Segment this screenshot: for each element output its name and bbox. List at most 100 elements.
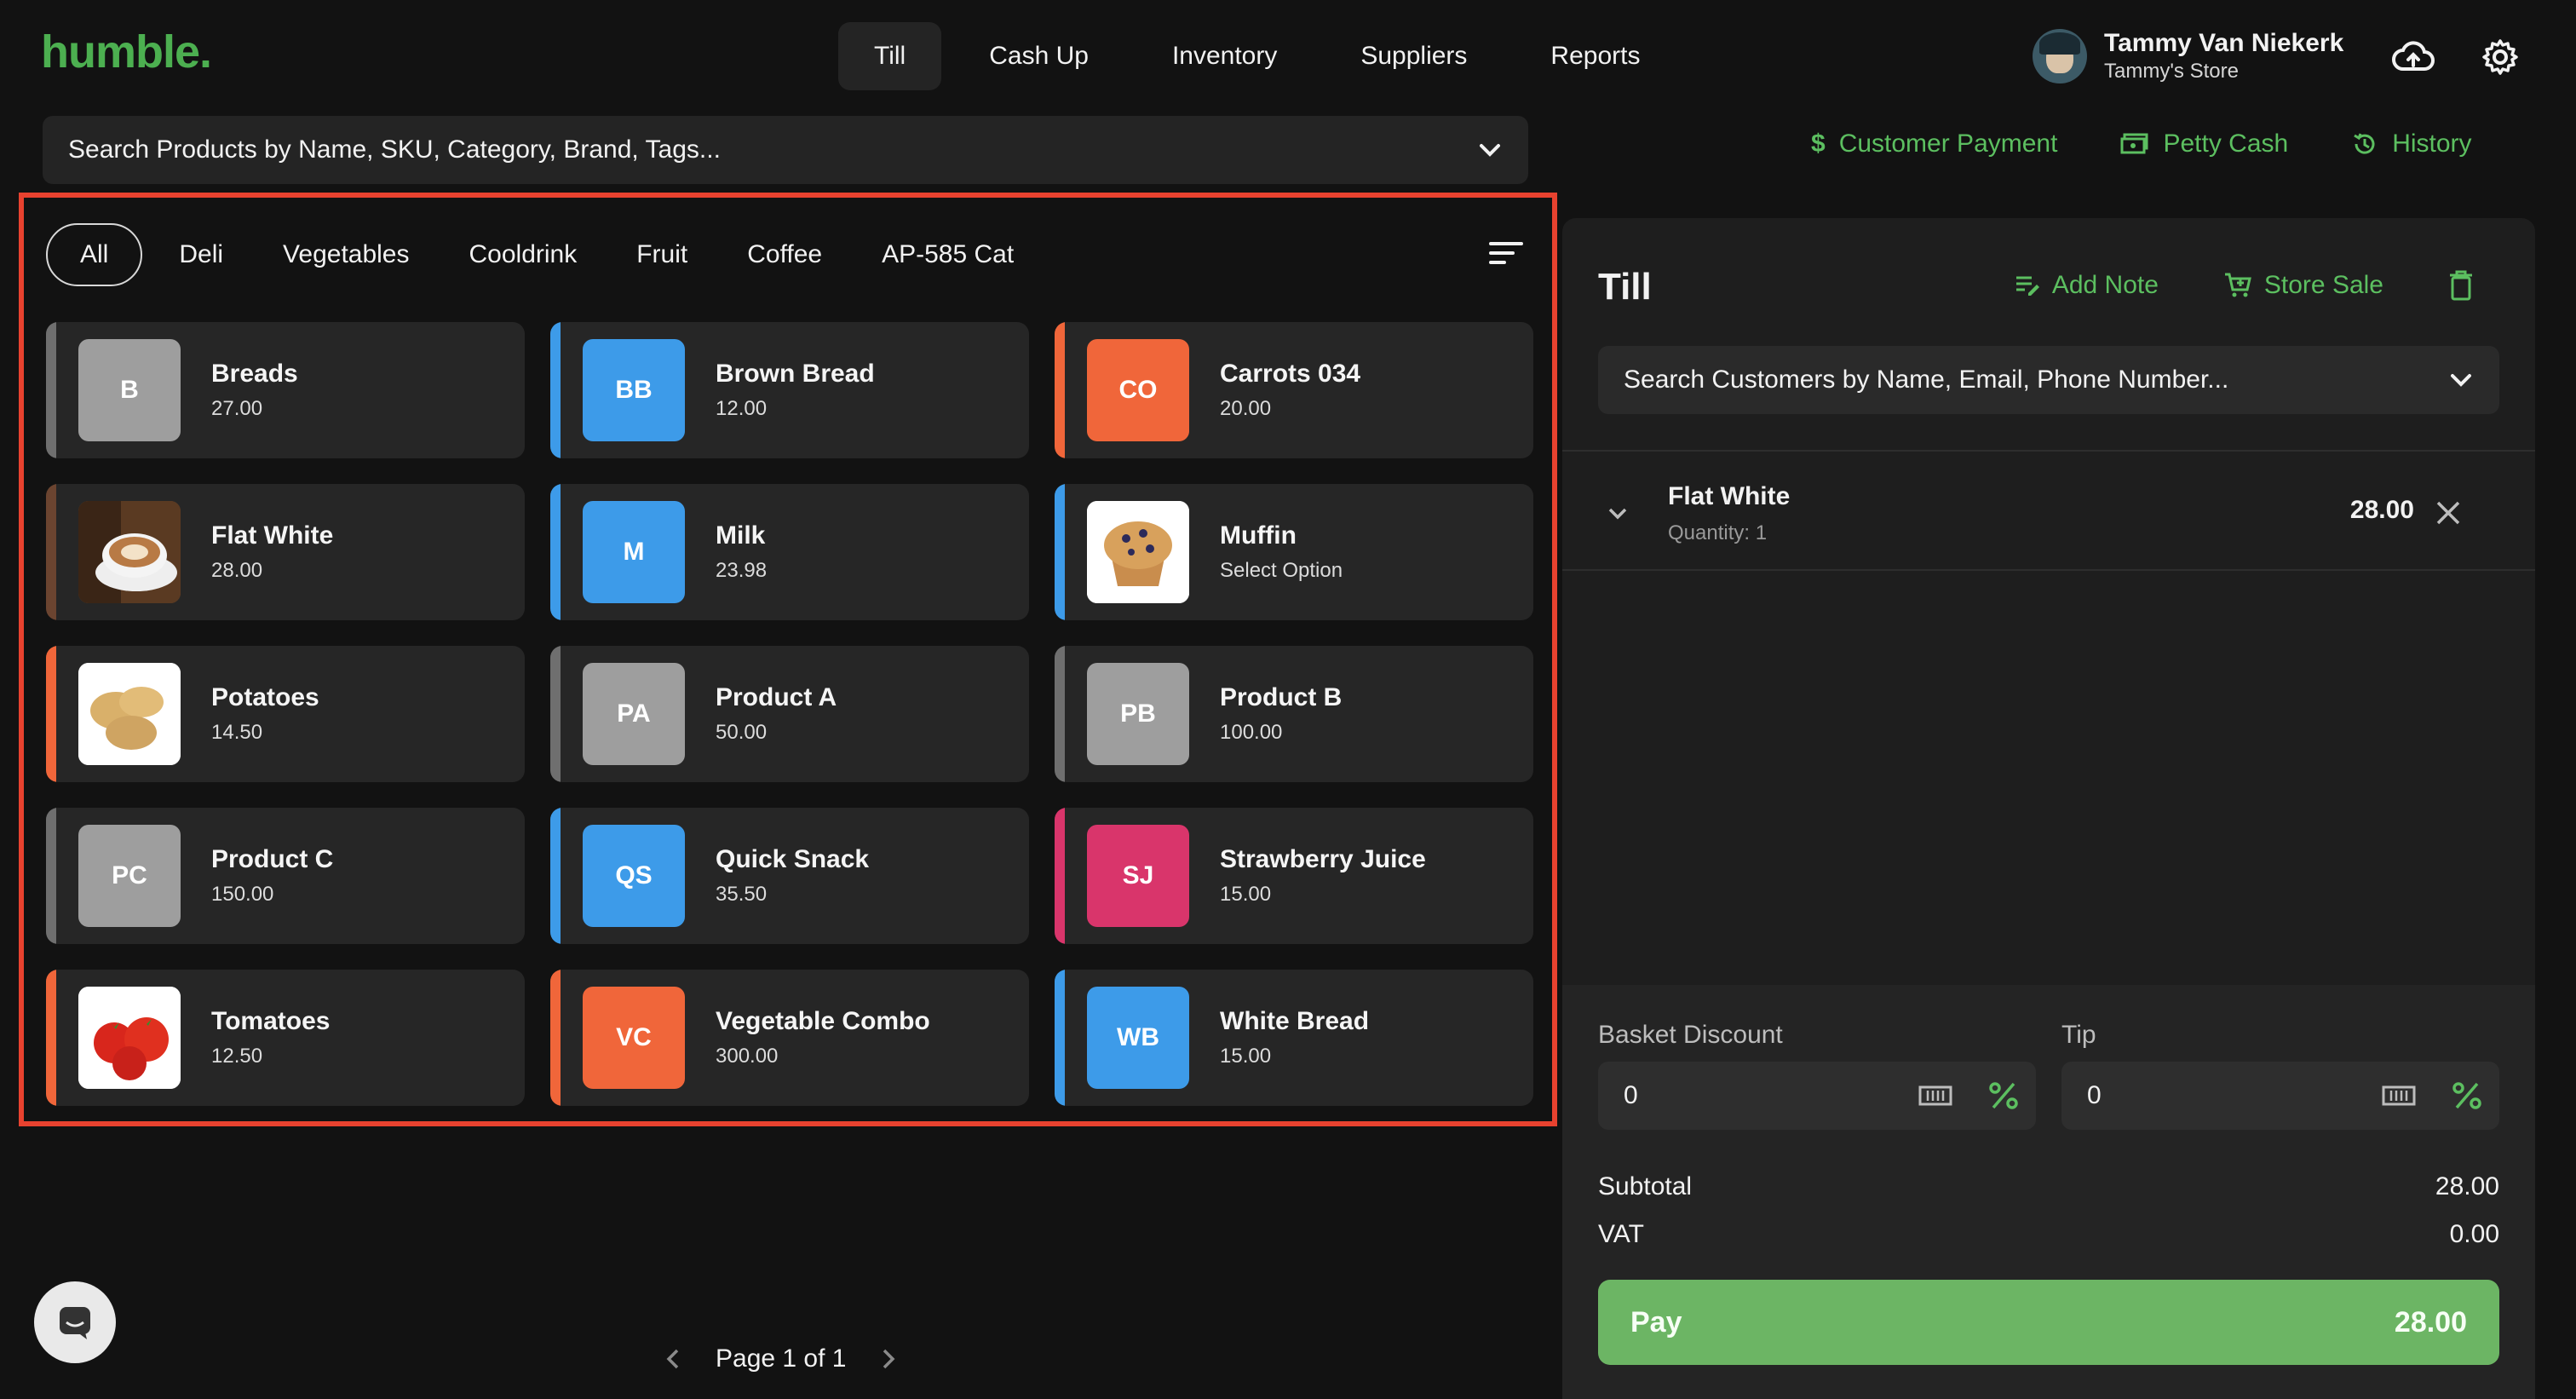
tab-suppliers[interactable]: Suppliers: [1325, 22, 1503, 90]
product-name: Brown Bread: [716, 360, 875, 388]
store-sale-button[interactable]: Store Sale: [2223, 271, 2383, 300]
add-note-label: Add Note: [2051, 271, 2159, 299]
page-indicator: Page 1 of 1: [716, 1344, 847, 1373]
product-card[interactable]: PA Product A 50.00: [550, 646, 1029, 782]
category-color-bar: [550, 322, 561, 458]
add-note-button[interactable]: Add Note: [2015, 271, 2159, 300]
tip-input[interactable]: [2087, 1081, 2309, 1110]
percent-icon[interactable]: [2450, 1080, 2484, 1111]
muffin-image: [1087, 501, 1189, 603]
sort-icon[interactable]: [1489, 239, 1523, 268]
product-card[interactable]: BB Brown Bread 12.00: [550, 322, 1029, 458]
history-link[interactable]: History: [2351, 130, 2472, 158]
product-card[interactable]: SJ Strawberry Juice 15.00: [1055, 808, 1533, 944]
product-search[interactable]: [43, 116, 1528, 184]
product-card[interactable]: PC Product C 150.00: [46, 808, 525, 944]
product-card[interactable]: Potatoes 14.50: [46, 646, 525, 782]
user-menu[interactable]: Tammy Van Niekerk Tammy's Store: [2033, 29, 2343, 83]
tab-inventory[interactable]: Inventory: [1136, 22, 1313, 90]
product-card[interactable]: B Breads 27.00: [46, 322, 525, 458]
category-all[interactable]: All: [46, 223, 143, 286]
product-card[interactable]: VC Vegetable Combo 300.00: [550, 970, 1029, 1106]
product-initials-badge: M: [583, 501, 685, 603]
tab-cash-up[interactable]: Cash Up: [953, 22, 1124, 90]
fixed-amount-icon[interactable]: [2382, 1080, 2416, 1111]
history-icon: [2354, 133, 2375, 154]
pay-amount: 28.00: [2394, 1305, 2467, 1339]
petty-cash-link[interactable]: Petty Cash: [2120, 130, 2288, 158]
category-deli[interactable]: Deli: [149, 223, 253, 286]
pay-button[interactable]: Pay 28.00: [1598, 1280, 2499, 1365]
product-name: Product C: [211, 845, 334, 873]
customer-search-input[interactable]: [1624, 366, 2424, 394]
basket-line-item: Flat White Quantity: 1 28.00: [1562, 452, 2535, 571]
category-color-bar: [1055, 646, 1065, 782]
product-card[interactable]: Tomatoes 12.50: [46, 970, 525, 1106]
product-initials-badge: VC: [583, 987, 685, 1089]
fixed-amount-icon[interactable]: [1918, 1080, 1952, 1111]
close-icon[interactable]: [2431, 496, 2465, 530]
category-color-bar: [46, 808, 56, 944]
product-price: 14.50: [211, 721, 263, 744]
user-name: Tammy Van Niekerk: [2104, 29, 2344, 57]
product-price: 150.00: [211, 883, 274, 906]
tab-till[interactable]: Till: [838, 22, 942, 90]
basket-discount-field[interactable]: [1598, 1062, 2036, 1130]
product-search-input[interactable]: [68, 135, 1431, 164]
store-sale-label: Store Sale: [2263, 271, 2383, 299]
tip-field[interactable]: [2061, 1062, 2499, 1130]
chevron-down-icon[interactable]: [1605, 501, 1630, 527]
trash-icon[interactable]: [2448, 269, 2474, 302]
product-price: 28.00: [211, 559, 263, 582]
category-cooldrink[interactable]: Cooldrink: [440, 223, 607, 286]
customer-payment-link[interactable]: $ Customer Payment: [1811, 130, 2057, 158]
gear-icon[interactable]: [2477, 34, 2523, 80]
product-grid: B Breads 27.00 BB Brown Bread 12.00 CO Carrots …: [46, 322, 1533, 1106]
chevron-down-icon[interactable]: [2448, 371, 2474, 389]
product-card[interactable]: Muffin Select Option: [1055, 484, 1533, 620]
cloud-upload-icon[interactable]: [2390, 34, 2436, 80]
basket-discount-label: Basket Discount: [1598, 1021, 1783, 1049]
category-coffee[interactable]: Coffee: [717, 223, 852, 286]
product-card[interactable]: Flat White 28.00: [46, 484, 525, 620]
dollar-icon: $: [1811, 130, 1826, 158]
category-fruit[interactable]: Fruit: [607, 223, 717, 286]
product-price: 12.00: [716, 397, 768, 420]
product-card[interactable]: PB Product B 100.00: [1055, 646, 1533, 782]
product-price: 100.00: [1220, 721, 1283, 744]
product-price: 20.00: [1220, 397, 1272, 420]
product-card[interactable]: QS Quick Snack 35.50: [550, 808, 1029, 944]
customer-search[interactable]: [1598, 346, 2499, 414]
chevron-left-icon[interactable]: [664, 1347, 681, 1371]
category-ap-585-cat[interactable]: AP-585 Cat: [852, 223, 1044, 286]
product-card[interactable]: WB White Bread 15.00: [1055, 970, 1533, 1106]
chat-support-button[interactable]: [34, 1281, 116, 1363]
category-color-bar: [1055, 970, 1065, 1106]
product-card[interactable]: M Milk 23.98: [550, 484, 1029, 620]
product-price: 23.98: [716, 559, 768, 582]
subtotal-label: Subtotal: [1598, 1172, 1693, 1200]
product-initials-badge: BB: [583, 339, 685, 441]
tip-label: Tip: [2061, 1021, 2096, 1049]
category-vegetables[interactable]: Vegetables: [253, 223, 439, 286]
line-item-quantity: Quantity: 1: [1668, 521, 1768, 544]
product-name: Product A: [716, 683, 837, 711]
till-actions: Add Note Store Sale: [2015, 269, 2474, 302]
app-logo[interactable]: humble.: [41, 26, 212, 78]
top-bar: humble. Till Cash Up Inventory Suppliers…: [0, 0, 2576, 112]
product-card[interactable]: CO Carrots 034 20.00: [1055, 322, 1533, 458]
chevron-right-icon[interactable]: [880, 1347, 897, 1371]
category-filters: All Deli Vegetables Cooldrink Fruit Coff…: [46, 223, 1044, 286]
tab-reports[interactable]: Reports: [1515, 22, 1676, 90]
product-initials-badge: CO: [1087, 339, 1189, 441]
quick-actions: $ Customer Payment Petty Cash History: [1811, 130, 2472, 158]
product-name: Tomatoes: [211, 1007, 331, 1035]
category-color-bar: [1055, 322, 1065, 458]
till-title: Till: [1598, 266, 1652, 308]
percent-icon[interactable]: [1987, 1080, 2021, 1111]
chevron-down-icon[interactable]: [1477, 141, 1503, 158]
category-color-bar: [46, 322, 56, 458]
product-initials-badge: B: [78, 339, 181, 441]
basket-discount-input[interactable]: [1624, 1081, 1845, 1110]
product-name: Product B: [1220, 683, 1343, 711]
